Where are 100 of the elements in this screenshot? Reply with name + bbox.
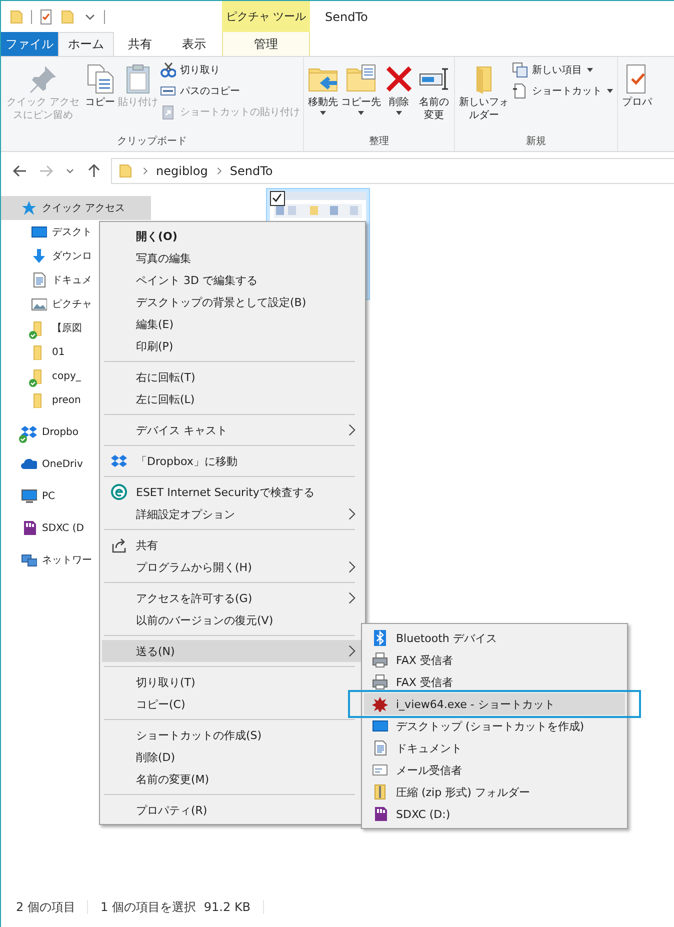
- ribbon-tab[interactable]: 共有: [114, 32, 166, 56]
- network-icon: [21, 552, 37, 568]
- menu-item[interactable]: アクセスを許可する(G): [102, 587, 363, 609]
- fax-icon: [372, 674, 388, 690]
- folder-icon: [60, 8, 76, 24]
- ribbon-button[interactable]: プロパ: [621, 60, 653, 151]
- status-text: 1 個の項目を選択: [100, 898, 196, 916]
- ribbon-button[interactable]: 切り取り: [160, 62, 300, 78]
- menu-item[interactable]: 詳細設定オプション: [102, 503, 363, 525]
- checkbox[interactable]: [270, 191, 285, 206]
- nav-item[interactable]: クイック アクセス: [1, 196, 151, 220]
- ribbon-button[interactable]: 新しい項目: [512, 62, 614, 78]
- menu-item[interactable]: 右に回転(T): [102, 366, 363, 388]
- ribbon-button[interactable]: パスのコピー: [160, 83, 300, 99]
- ribbon-tab[interactable]: ファイル: [1, 32, 58, 56]
- forward-arrow-icon: [38, 163, 54, 179]
- menu-item[interactable]: 名前の変更(M): [102, 768, 363, 790]
- folder-icon: [118, 163, 134, 179]
- menu-item[interactable]: ペイント 3D で編集する: [102, 269, 363, 291]
- ribbon-tab[interactable]: 表示: [166, 32, 222, 56]
- up-arrow-icon: [86, 163, 102, 179]
- windows-icon: [512, 62, 528, 78]
- caret-icon: [606, 88, 614, 94]
- menu-item[interactable]: 写真の編集: [102, 247, 363, 269]
- sync-check-icon: [29, 379, 37, 387]
- address-bar[interactable]: negiblog SendTo: [111, 158, 674, 184]
- ribbon-button[interactable]: コピー: [84, 60, 116, 134]
- caret-icon: [586, 67, 594, 73]
- properties-icon: [38, 8, 54, 24]
- download-icon: [31, 248, 47, 264]
- status-text: 2 個の項目: [16, 898, 76, 916]
- menu-item[interactable]: 開く(O): [102, 225, 363, 247]
- caret-icon: [319, 110, 327, 116]
- document-arrow-icon: [512, 83, 528, 99]
- menu-item[interactable]: 共有: [102, 534, 363, 556]
- bluetooth-icon: [372, 630, 388, 646]
- clipboard-icon: [160, 104, 176, 120]
- menu-item[interactable]: デスクトップの背景として設定(B): [102, 291, 363, 313]
- computer-icon: [21, 488, 37, 504]
- sd-card-icon: [372, 806, 388, 822]
- menu-item[interactable]: 以前のバージョンの復元(V): [102, 609, 363, 631]
- menu-item[interactable]: SDXC (D:): [364, 803, 625, 825]
- menu-item[interactable]: FAX 受信者: [364, 649, 625, 671]
- ribbon-button[interactable]: ショートカット: [512, 83, 614, 99]
- breadcrumb[interactable]: negiblog: [156, 164, 208, 178]
- caret-icon: [395, 110, 403, 116]
- menu-item[interactable]: メール受信者: [364, 759, 625, 781]
- menu-item[interactable]: Bluetooth デバイス: [364, 627, 625, 649]
- menu-item[interactable]: 送る(N): [102, 640, 363, 662]
- menu-item[interactable]: ショートカットの作成(S): [102, 724, 363, 746]
- star-icon: [21, 200, 37, 216]
- menu-item[interactable]: ドキュメント: [364, 737, 625, 759]
- document-icon: [372, 740, 388, 756]
- menu-item[interactable]: 圧縮 (zip 形式) フォルダー: [364, 781, 625, 803]
- caret-icon: [357, 110, 365, 116]
- sd-card-icon: [21, 520, 37, 536]
- status-text: 91.2 KB: [204, 900, 251, 914]
- menu-item[interactable]: プログラムから開く(H): [102, 556, 363, 578]
- picture-icon: [31, 296, 47, 312]
- ribbon-tab[interactable]: 管理: [222, 32, 310, 56]
- breadcrumb[interactable]: SendTo: [230, 164, 273, 178]
- fax-icon: [372, 652, 388, 668]
- ribbon-button[interactable]: 新しいフォルダー: [458, 60, 510, 134]
- menu-item[interactable]: 印刷(P): [102, 335, 363, 357]
- splat-icon: [372, 696, 388, 712]
- menu-item[interactable]: プロパティ(R): [102, 799, 363, 821]
- menu-item[interactable]: 編集(E): [102, 313, 363, 335]
- menu-item[interactable]: デバイス キャスト: [102, 419, 363, 441]
- sync-check-icon: [19, 435, 27, 443]
- sync-check-icon: [29, 331, 37, 339]
- ribbon-button[interactable]: 削除: [383, 60, 415, 134]
- ribbon-tab[interactable]: ホーム: [58, 32, 114, 56]
- cloud-icon: [21, 456, 37, 472]
- ribbon-button[interactable]: 移動先: [307, 60, 339, 134]
- menu-item[interactable]: 左に回転(L): [102, 388, 363, 410]
- scissors-icon: [160, 62, 176, 78]
- menu-item[interactable]: FAX 受信者: [364, 671, 625, 693]
- desktop-icon: [31, 224, 47, 240]
- zip-folder-icon: [372, 784, 388, 800]
- document-icon: [31, 272, 47, 288]
- eset-icon: [111, 484, 127, 500]
- group-label: クリップボード: [116, 134, 188, 149]
- menu-item[interactable]: デスクトップ (ショートカットを作成): [364, 715, 625, 737]
- back-arrow-icon: [12, 163, 28, 179]
- share-icon: [111, 537, 127, 553]
- window-title: SendTo: [325, 10, 368, 24]
- ribbon-button[interactable]: コピー先: [341, 60, 381, 134]
- menu-item[interactable]: 削除(D): [102, 746, 363, 768]
- menu-item[interactable]: 切り取り(T): [102, 671, 363, 693]
- folder-icon: [9, 8, 25, 24]
- menu-item[interactable]: i_view64.exe - ショートカット: [364, 693, 625, 715]
- envelope-icon: [372, 762, 388, 778]
- dropbox-icon: [21, 424, 37, 440]
- menu-item[interactable]: 「Dropbox」に移動: [102, 450, 363, 472]
- ribbon-button[interactable]: 名前の変更: [417, 60, 451, 134]
- menu-item[interactable]: コピー(C): [102, 693, 363, 715]
- group-label: 新規: [525, 134, 547, 149]
- dropbox-icon: [111, 453, 127, 469]
- group-label: 整理: [368, 135, 390, 149]
- menu-item[interactable]: ESET Internet Securityで検査する: [102, 481, 363, 503]
